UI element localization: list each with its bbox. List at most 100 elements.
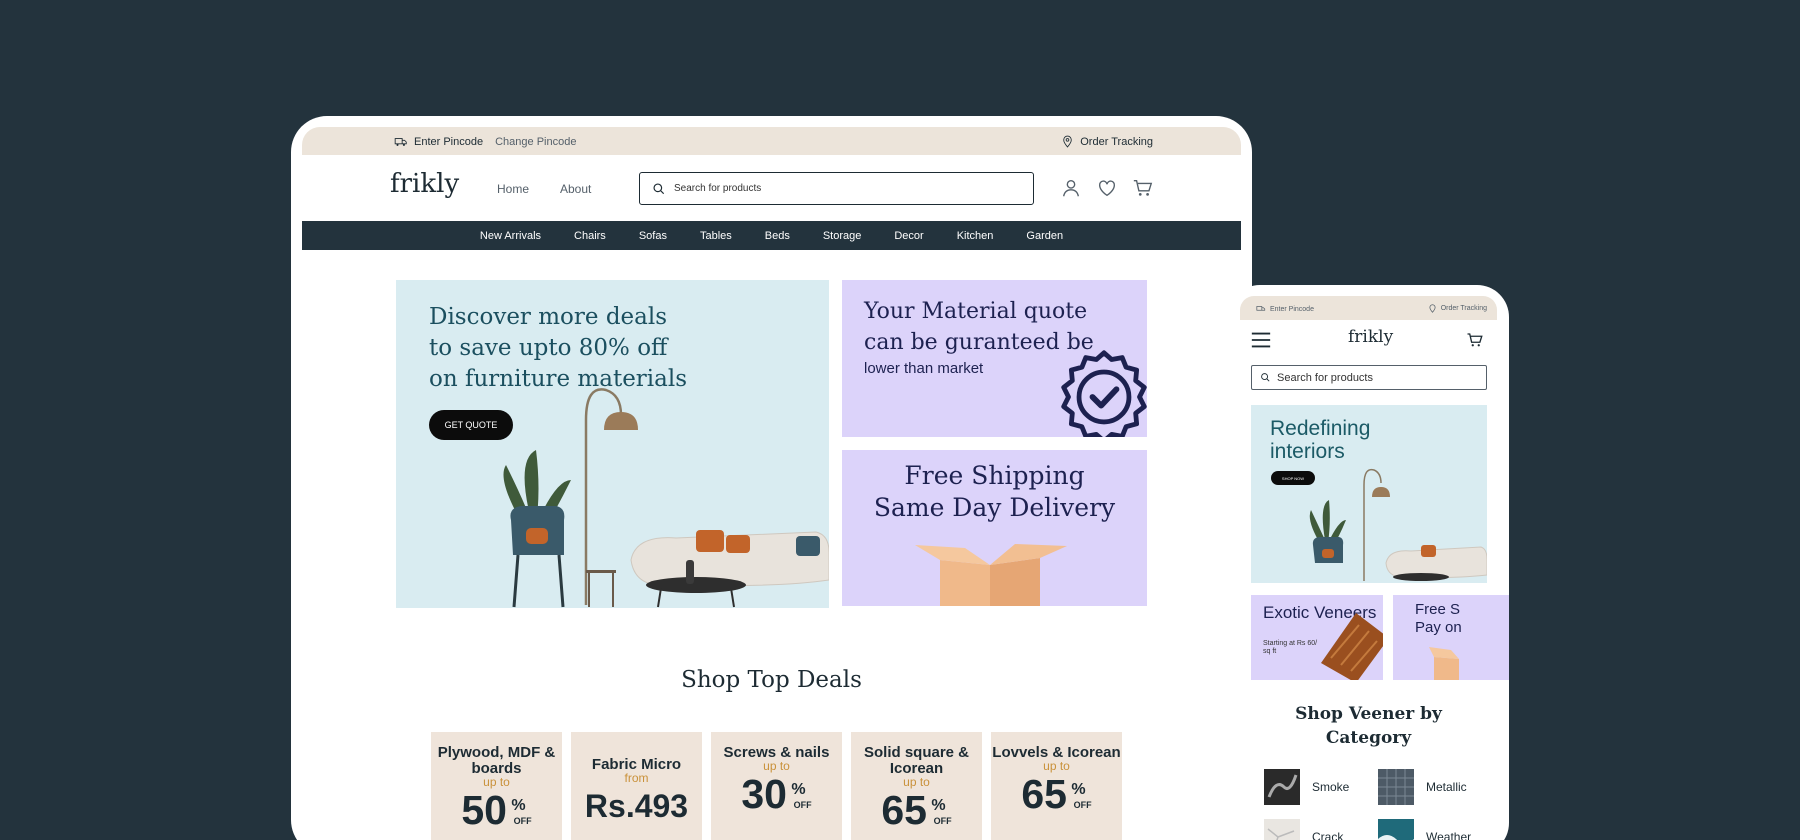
deal-unit: % bbox=[931, 797, 946, 814]
open-box-illustration bbox=[915, 544, 1067, 606]
truck-icon bbox=[1256, 306, 1266, 311]
mobile-search-input[interactable]: Search for products bbox=[1251, 365, 1487, 390]
mobile-shipping-line-1: Free S bbox=[1415, 601, 1461, 618]
quote-line-1: Your Material quote bbox=[864, 299, 1088, 324]
user-icon[interactable] bbox=[1060, 177, 1082, 199]
free-shipping-card[interactable]: Free S Pay on bbox=[1393, 595, 1509, 680]
category-tables[interactable]: Tables bbox=[700, 230, 732, 242]
top-bar: Enter Pincode Change Pincode Order Track… bbox=[302, 127, 1241, 155]
deal-value: 65 bbox=[1021, 771, 1067, 817]
living-room-illustration bbox=[503, 388, 829, 608]
location-pin-icon bbox=[1063, 135, 1072, 148]
wood-veneer-image bbox=[1321, 613, 1383, 680]
mobile-shipping-title: Free S Pay on bbox=[1415, 601, 1462, 637]
main-header: frikly Home About Search for products bbox=[302, 155, 1241, 221]
nav-home[interactable]: Home bbox=[497, 182, 529, 196]
deal-unit: % bbox=[1071, 781, 1086, 798]
deal-card[interactable]: Solid square & Icorean up to 65 %OFF bbox=[851, 732, 982, 840]
hero-main-banner[interactable]: Discover more deals to save upto 80% off… bbox=[396, 280, 829, 608]
search-icon bbox=[653, 182, 665, 194]
deal-value: 50 bbox=[461, 787, 507, 833]
deal-suffix: OFF bbox=[513, 816, 532, 826]
mobile-pincode-label: Enter Pincode bbox=[1270, 305, 1314, 313]
deal-value-row: 65 % OFF bbox=[991, 772, 1122, 816]
category-kitchen[interactable]: Kitchen bbox=[957, 230, 994, 242]
category-label: Smoke bbox=[1312, 780, 1350, 794]
weather-thumbnail bbox=[1378, 819, 1414, 840]
category-crack[interactable]: Crack bbox=[1264, 819, 1343, 840]
deal-title: Plywood, MDF & boards bbox=[437, 744, 556, 777]
mobile-search-placeholder: Search for products bbox=[1277, 371, 1373, 384]
pincode-area[interactable]: Enter Pincode Change Pincode bbox=[394, 135, 576, 149]
living-room-illustration bbox=[1309, 468, 1487, 581]
crack-thumbnail bbox=[1264, 819, 1300, 840]
deal-unit: % bbox=[511, 797, 526, 814]
search-placeholder: Search for products bbox=[674, 183, 762, 194]
category-smoke[interactable]: Smoke bbox=[1264, 769, 1349, 805]
heart-icon[interactable] bbox=[1096, 177, 1118, 199]
open-box-illustration bbox=[1429, 647, 1459, 680]
mobile-tracking-label: Order Tracking bbox=[1440, 305, 1487, 312]
deal-value: Rs.493 bbox=[584, 788, 689, 824]
deal-suffix: OFF bbox=[1073, 800, 1092, 810]
category-label: Weather bbox=[1426, 830, 1472, 840]
category-beds[interactable]: Beds bbox=[765, 230, 790, 242]
hamburger-menu-icon[interactable] bbox=[1250, 329, 1272, 351]
mobile-pincode-link[interactable]: Enter Pincode bbox=[1256, 304, 1314, 314]
category-sofas[interactable]: Sofas bbox=[639, 230, 667, 242]
search-icon bbox=[1261, 373, 1270, 382]
free-shipping-title: Free Shipping Same Day Delivery bbox=[842, 460, 1147, 524]
search-input[interactable]: Search for products bbox=[639, 172, 1034, 205]
mobile-order-tracking-link[interactable]: Order Tracking bbox=[1428, 304, 1487, 313]
mobile-frame: Enter Pincode Order Tracking frikly Sear… bbox=[1228, 285, 1509, 840]
deal-unit: % bbox=[791, 781, 806, 798]
cart-icon[interactable] bbox=[1132, 177, 1154, 199]
veneer-category-title: Shop Veener by Category bbox=[1295, 704, 1442, 748]
change-pincode-link[interactable]: Change Pincode bbox=[495, 136, 576, 148]
mobile-shipping-line-2: Pay on bbox=[1415, 619, 1462, 636]
category-weather[interactable]: Weather bbox=[1378, 819, 1471, 840]
free-shipping-banner[interactable]: Free Shipping Same Day Delivery bbox=[842, 450, 1147, 606]
category-chairs[interactable]: Chairs bbox=[574, 230, 606, 242]
shipping-line-2: Same Day Delivery bbox=[873, 493, 1116, 522]
header-actions bbox=[1060, 177, 1154, 199]
category-new-arrivals[interactable]: New Arrivals bbox=[480, 230, 541, 242]
category-nav: New Arrivals Chairs Sofas Tables Beds St… bbox=[302, 221, 1241, 250]
location-pin-icon bbox=[1429, 304, 1436, 313]
metallic-thumbnail bbox=[1378, 769, 1414, 805]
mobile-logo[interactable]: frikly bbox=[1348, 327, 1393, 347]
enter-pincode-link[interactable]: Enter Pincode bbox=[414, 136, 483, 148]
category-garden[interactable]: Garden bbox=[1026, 230, 1063, 242]
deal-value: 65 bbox=[881, 787, 927, 833]
deal-value-row: 30 % OFF bbox=[711, 772, 842, 816]
deal-value-row: 65 % OFF bbox=[851, 788, 982, 832]
category-decor[interactable]: Decor bbox=[894, 230, 923, 242]
truck-icon bbox=[394, 138, 407, 146]
mobile-hero-banner[interactable]: Redefining interiors SHOP NOW bbox=[1251, 405, 1487, 583]
logo[interactable]: frikly bbox=[390, 169, 459, 199]
deal-card[interactable]: Plywood, MDF & boards up to 50 %OFF bbox=[431, 732, 562, 840]
deal-suffix: OFF bbox=[793, 800, 812, 810]
smoke-thumbnail bbox=[1264, 769, 1300, 805]
order-tracking-label: Order Tracking bbox=[1080, 135, 1153, 148]
deal-suffix: OFF bbox=[933, 816, 952, 826]
deal-card[interactable]: Screws & nails up to 30 %OFF bbox=[711, 732, 842, 840]
shop-top-deals-title: Shop Top Deals bbox=[681, 667, 862, 693]
category-label: Metallic bbox=[1426, 780, 1467, 794]
exotic-veneers-card[interactable]: Exotic Veneers Starting at Rs 60/ sq ft bbox=[1251, 595, 1383, 680]
order-tracking-link[interactable]: Order Tracking bbox=[1061, 135, 1153, 148]
category-metallic[interactable]: Metallic bbox=[1378, 769, 1467, 805]
category-storage[interactable]: Storage bbox=[823, 230, 862, 242]
material-quote-banner[interactable]: Your Material quote can be guranteed be l… bbox=[842, 280, 1147, 437]
deal-value: 30 bbox=[741, 771, 787, 817]
cart-icon[interactable] bbox=[1466, 331, 1484, 349]
category-label: Crack bbox=[1312, 830, 1344, 840]
deal-value-row: Rs.493 bbox=[571, 784, 702, 828]
mobile-top-bar: Enter Pincode Order Tracking bbox=[1240, 296, 1497, 320]
deal-card[interactable]: Lovvels & Icorean up to 65 %OFF bbox=[991, 732, 1122, 840]
nav-about[interactable]: About bbox=[560, 182, 591, 196]
deal-card[interactable]: Fabric Micro from Rs.493 bbox=[571, 732, 702, 840]
deal-value-row: 50 % OFF bbox=[431, 788, 562, 832]
deal-title: Solid square & Icorean bbox=[863, 744, 970, 777]
material-quote-subtitle: lower than market bbox=[864, 360, 984, 377]
